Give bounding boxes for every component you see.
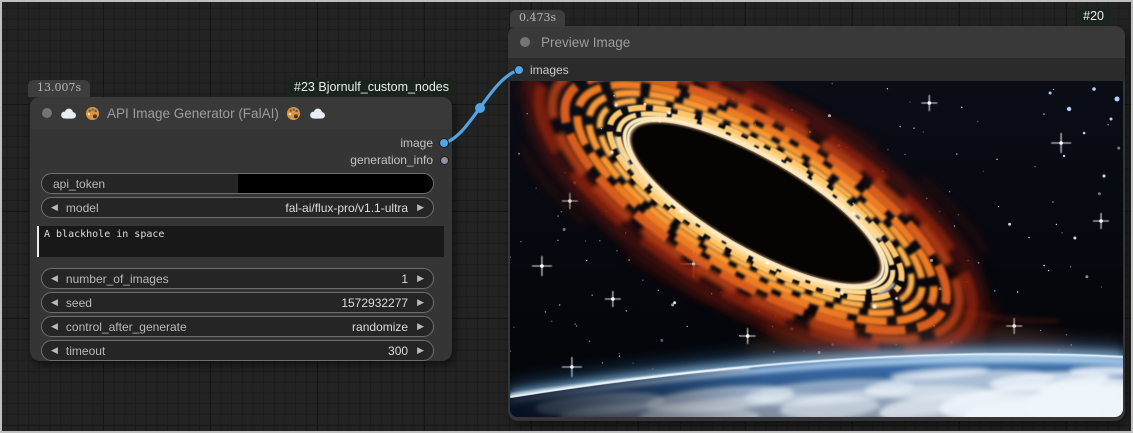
widget-timeout[interactable]: ◀ timeout 300 ▶ — [41, 340, 434, 361]
output-label: generation_info — [350, 153, 433, 167]
widget-number-of-images[interactable]: ◀ number_of_images 1 ▶ — [41, 268, 434, 289]
increment-arrow-icon[interactable]: ▶ — [417, 274, 424, 283]
node-title: API Image Generator (FalAI) — [107, 106, 279, 121]
palette-icon — [286, 106, 301, 121]
decrement-arrow-icon[interactable]: ◀ — [51, 203, 58, 212]
decrement-arrow-icon[interactable]: ◀ — [51, 274, 58, 283]
execution-time-badge: 13.007s — [28, 80, 90, 97]
output-port-generation-info[interactable]: generation_info — [30, 152, 452, 168]
preview-image — [510, 81, 1123, 417]
increment-arrow-icon[interactable]: ▶ — [417, 346, 424, 355]
output-port-image[interactable]: image — [30, 135, 452, 151]
cloud-icon — [308, 107, 327, 120]
input-port-images[interactable]: images — [508, 58, 1125, 81]
widget-seed[interactable]: ◀ seed 1572932277 ▶ — [41, 292, 434, 313]
increment-arrow-icon[interactable]: ▶ — [417, 298, 424, 307]
api-token-masked-value — [238, 174, 434, 193]
node-title: Preview Image — [541, 35, 630, 50]
decrement-arrow-icon[interactable]: ◀ — [51, 346, 58, 355]
output-label: image — [400, 136, 433, 150]
collapse-dot[interactable] — [42, 108, 52, 118]
output-dot-image[interactable] — [440, 139, 449, 148]
prompt-textarea[interactable]: A blackhole in space — [37, 226, 444, 257]
widget-model[interactable]: ◀ model fal-ai/flux-pro/v1.1-ultra ▶ — [41, 197, 434, 218]
decrement-arrow-icon[interactable]: ◀ — [51, 298, 58, 307]
link-midpoint-dot — [475, 103, 485, 113]
widget-control-after-generate[interactable]: ◀ control_after_generate randomize ▶ — [41, 316, 434, 337]
decrement-arrow-icon[interactable]: ◀ — [51, 322, 58, 331]
node-id-badge: #23 Bjornulf_custom_nodes — [287, 78, 456, 97]
prompt-text: A blackhole in space — [44, 229, 164, 240]
execution-time-badge: 0.473s — [510, 10, 565, 27]
node-id-badge: #20 — [1076, 7, 1111, 26]
node-editor-canvas[interactable]: 13.007s #23 Bjornulf_custom_nodes API Im… — [0, 0, 1133, 433]
cloud-icon — [59, 107, 78, 120]
collapse-dot[interactable] — [520, 37, 530, 47]
blackhole-image — [510, 81, 1123, 417]
increment-arrow-icon[interactable]: ▶ — [417, 322, 424, 331]
output-dot-generation-info[interactable] — [440, 156, 449, 165]
node-title-bar[interactable]: API Image Generator (FalAI) — [30, 97, 452, 129]
palette-icon — [85, 106, 100, 121]
increment-arrow-icon[interactable]: ▶ — [417, 203, 424, 212]
node-preview-image[interactable]: 0.473s #20 Preview Image images — [508, 26, 1125, 421]
node-title-bar[interactable]: Preview Image — [508, 26, 1125, 58]
widget-api-token[interactable]: api_token — [41, 173, 434, 194]
node-api-image-generator[interactable]: 13.007s #23 Bjornulf_custom_nodes API Im… — [30, 97, 452, 361]
input-dot-images[interactable] — [515, 65, 524, 74]
input-label: images — [530, 63, 569, 77]
